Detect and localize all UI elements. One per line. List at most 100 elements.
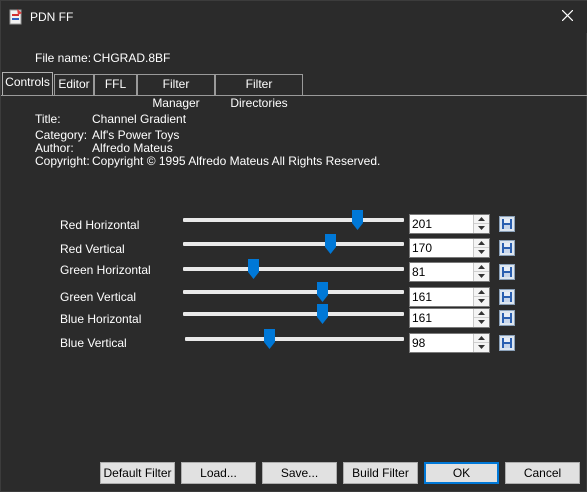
value-text: 161 [412,311,433,325]
slider-track[interactable] [183,267,404,271]
load-button[interactable]: Load... [181,462,256,484]
pdn-ff-app-icon [9,9,23,25]
slider-thumb[interactable] [263,329,275,349]
control-label: Blue Vertical [60,336,127,350]
save-button[interactable]: Save... [262,462,337,484]
close-button[interactable] [548,1,587,31]
spin-down-button[interactable] [474,343,489,352]
arrow-up-icon [478,241,485,245]
control-label: Red Vertical [60,242,125,256]
value-text: 201 [412,217,433,231]
value-input[interactable]: 170 [409,238,490,258]
window-title: PDN FF [30,10,74,24]
tab-filter-directories[interactable]: Filter Directories [215,74,303,110]
slider-track[interactable] [183,312,404,316]
control-action-button[interactable] [499,240,515,256]
control-label: Green Vertical [60,290,137,304]
arrow-down-icon [478,320,485,324]
spin-down-button[interactable] [474,224,489,233]
title-bar: PDN FF [1,1,587,33]
pdn-ff-dialog: PDN FF File name: CHGRAD.8BF Controls Ed… [0,0,587,492]
spinner [473,263,489,281]
slider-thumb[interactable] [351,210,363,230]
value-text: 170 [412,241,433,255]
spinner [473,309,489,327]
spin-up-button[interactable] [474,309,489,318]
spin-up-button[interactable] [474,215,489,224]
spin-up-button[interactable] [474,288,489,297]
spin-up-button[interactable] [474,239,489,248]
copyright-value: Copyright © 1995 Alfredo Mateus All Righ… [92,154,381,168]
spin-down-button[interactable] [474,297,489,306]
spin-down-button[interactable] [474,272,489,281]
control-label: Blue Horizontal [60,312,142,326]
arrow-up-icon [478,265,485,269]
tab-panel-border [1,95,587,96]
value-text: 81 [412,265,426,279]
slider-track[interactable] [185,337,404,341]
tab-editor[interactable]: Editor [54,74,94,95]
cancel-button[interactable]: Cancel [505,462,580,484]
control-action-button[interactable] [499,264,515,280]
title-value: Channel Gradient [92,112,187,126]
slider-thumb[interactable] [317,304,329,324]
spinner [473,215,489,233]
slider-track[interactable] [183,218,404,222]
save-icon [502,292,512,302]
title-label: Title: [35,112,61,126]
file-name-label: File name: [35,51,92,65]
category-label: Category: [35,128,88,142]
arrow-down-icon [478,250,485,254]
arrow-down-icon [478,345,485,349]
tab-filter-manager[interactable]: Filter Manager [137,74,215,110]
save-icon [502,267,512,277]
spinner [473,334,489,352]
spin-down-button[interactable] [474,318,489,327]
control-action-button[interactable] [499,216,515,232]
control-action-button[interactable] [499,310,515,326]
value-input[interactable]: 161 [409,287,490,307]
arrow-down-icon [478,226,485,230]
tab-strip: Controls Editor FFL Filter Manager Filte… [1,72,587,110]
author-value: Alfredo Mateus [92,141,173,155]
save-icon [502,219,512,229]
spin-up-button[interactable] [474,263,489,272]
value-input[interactable]: 161 [409,308,490,328]
arrow-down-icon [478,299,485,303]
arrow-up-icon [478,290,485,294]
arrow-up-icon [478,217,485,221]
slider-track[interactable] [183,242,404,246]
tab-controls[interactable]: Controls [2,72,53,96]
value-text: 98 [412,336,426,350]
arrow-up-icon [478,311,485,315]
file-name-value: CHGRAD.8BF [93,51,171,65]
tab-ffl[interactable]: FFL [94,74,137,95]
control-action-button[interactable] [499,335,515,351]
arrow-up-icon [478,336,485,340]
slider-track[interactable] [183,290,404,294]
copyright-label: Copyright: [35,154,90,168]
spin-up-button[interactable] [474,334,489,343]
close-icon [562,10,573,21]
save-icon [502,338,512,348]
value-text: 161 [412,290,433,304]
value-input[interactable]: 98 [409,333,490,353]
slider-thumb[interactable] [247,259,259,279]
arrow-down-icon [478,274,485,278]
ok-button[interactable]: OK [424,462,499,484]
default-filter-button[interactable]: Default Filter [100,462,175,484]
value-input[interactable]: 201 [409,214,490,234]
spin-down-button[interactable] [474,248,489,257]
control-action-button[interactable] [499,289,515,305]
category-value: Alf's Power Toys [92,128,180,142]
author-label: Author: [35,141,74,155]
spinner [473,288,489,306]
slider-thumb[interactable] [317,282,329,302]
spinner [473,239,489,257]
value-input[interactable]: 81 [409,262,490,282]
control-label: Green Horizontal [60,263,151,277]
build-filter-button[interactable]: Build Filter [343,462,418,484]
save-icon [502,313,512,323]
control-label: Red Horizontal [60,218,140,232]
slider-thumb[interactable] [324,234,336,254]
